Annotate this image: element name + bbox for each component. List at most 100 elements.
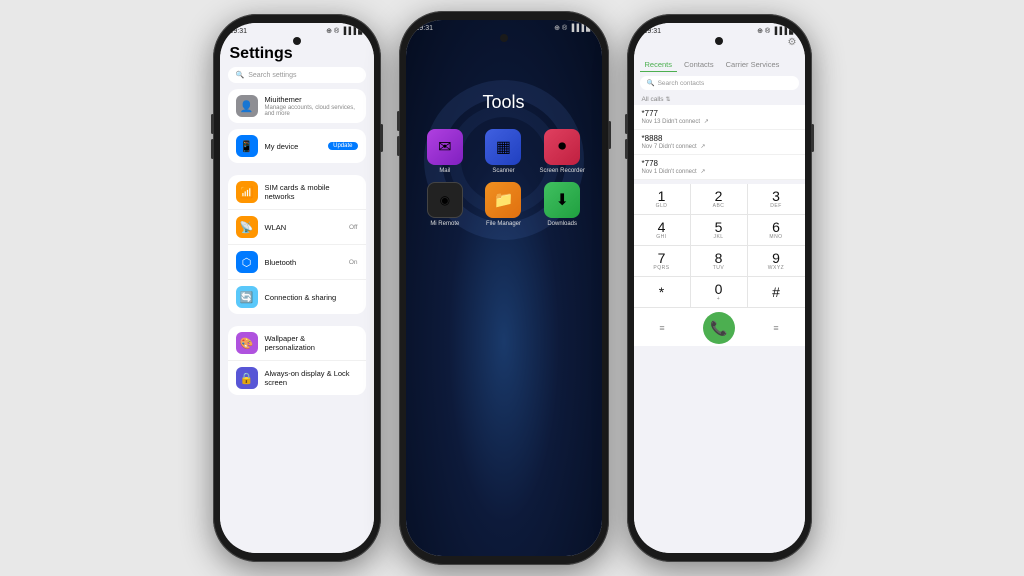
sim-text: SIM cards & mobile networks (265, 183, 358, 201)
mail-icon: ✉ (427, 129, 463, 165)
status-icons: ⊕®▐▐▐▊ (757, 27, 794, 35)
my-device-card: 📱 My device Update (228, 129, 366, 163)
dial-key-2[interactable]: 2 ABC (691, 184, 748, 215)
app-downloads[interactable]: ⬇ Downloads (537, 182, 588, 227)
connection-label: Connection & sharing (265, 293, 358, 302)
status-time: 19:31 (230, 28, 248, 35)
dial-key-0[interactable]: 0 + (691, 277, 748, 308)
my-device-label: My device (265, 142, 322, 151)
connection-text: Connection & sharing (265, 293, 358, 302)
sim-icon: 📶 (236, 181, 258, 203)
settings-item-my-device[interactable]: 📱 My device Update (228, 129, 366, 163)
settings-item-always-on[interactable]: 🔒 Always-on display & Lock screen (228, 361, 366, 395)
vol-down-button[interactable] (211, 139, 214, 159)
tab-carrier-services[interactable]: Carrier Services (721, 58, 785, 72)
dial-key-hash[interactable]: # (748, 277, 805, 308)
tools-screen: 19:31 ⊕®▐▐▐▊ Tools ✉ Mail ▦ Scanner ⏺ (406, 20, 602, 556)
call-item[interactable]: *8888 Nov 7 Didn't connect ↗ (634, 130, 805, 155)
settings-screen: 19:31 ⊕®▐▐▐▊ Settings 🔍 Search settings … (220, 23, 374, 553)
sort-icon[interactable]: ⇅ (666, 96, 671, 103)
app-scanner[interactable]: ▦ Scanner (478, 129, 529, 174)
voicemail-icon: ≡ (659, 323, 664, 333)
settings-item-connection-sharing[interactable]: 🔄 Connection & sharing (228, 280, 366, 314)
call-detail: Nov 7 Didn't connect ↗ (642, 143, 797, 150)
app-mail[interactable]: ✉ Mail (420, 129, 471, 174)
call-detail: Nov 1 Didn't connect ↗ (642, 168, 797, 175)
phone-tools: 19:31 ⊕®▐▐▐▊ Tools ✉ Mail ▦ Scanner ⏺ (399, 11, 609, 565)
miremote-label: Mi Remote (430, 221, 459, 227)
phone-settings: 19:31 ⊕®▐▐▐▊ Settings 🔍 Search settings … (213, 14, 381, 562)
files-icon: 📁 (485, 182, 521, 218)
dialer-screen: 19:31 ⊕®▐▐▐▊ ⚙ Recents Contacts Carrier … (634, 23, 805, 553)
calls-header: All calls ⇅ (634, 94, 805, 105)
dial-key-8[interactable]: 8 TUV (691, 246, 748, 277)
scanner-label: Scanner (492, 168, 514, 174)
call-button[interactable]: 📞 (691, 312, 748, 344)
wallpaper-icon: 🎨 (236, 332, 258, 354)
update-badge[interactable]: Update (328, 142, 357, 150)
dial-key-5[interactable]: 5 JKL (691, 215, 748, 246)
settings-icon[interactable]: ⚙ (788, 37, 797, 48)
search-icon: 🔍 (647, 79, 655, 87)
vol-up-button[interactable] (625, 114, 628, 134)
downloads-label: Downloads (547, 221, 577, 227)
power-button[interactable] (608, 121, 611, 149)
settings-item-wlan[interactable]: 📡 WLAN Off (228, 210, 366, 245)
tab-contacts[interactable]: Contacts (679, 58, 719, 72)
search-icon: 🔍 (236, 71, 245, 79)
tools-title: Tools (406, 34, 602, 113)
vol-up-button[interactable] (397, 111, 400, 131)
dial-key-3[interactable]: 3 DEF (748, 184, 805, 215)
vol-down-button[interactable] (625, 139, 628, 159)
sim-label: SIM cards & mobile networks (265, 183, 358, 201)
power-button[interactable] (811, 124, 814, 152)
downloads-icon: ⬇ (544, 182, 580, 218)
wlan-icon: 📡 (236, 216, 258, 238)
miuithemer-card: 👤 Miuithemer Manage accounts, cloud serv… (228, 89, 366, 123)
status-bar: 19:31 ⊕®▐▐▐▊ (220, 23, 374, 37)
display-cards: 🎨 Wallpaper & personalization 🔒 Always-o… (228, 326, 366, 395)
contact-search[interactable]: 🔍 Search contacts (640, 76, 799, 90)
app-mi-remote[interactable]: ◉ Mi Remote (420, 182, 471, 227)
call-number: *8888 (642, 134, 797, 143)
vol-up-button[interactable] (211, 114, 214, 134)
camera-punch-hole (293, 37, 301, 45)
bluetooth-label: Bluetooth (265, 258, 342, 267)
wallpaper-label: Wallpaper & personalization (265, 334, 358, 352)
status-time: 19:31 (416, 25, 434, 32)
search-bar[interactable]: 🔍 Search settings (228, 67, 366, 83)
app-screen-recorder[interactable]: ⏺ Screen Recorder (537, 129, 588, 174)
my-device-icon: 📱 (236, 135, 258, 157)
search-placeholder: Search settings (248, 72, 296, 79)
power-button[interactable] (380, 124, 383, 152)
apps-grid: ✉ Mail ▦ Scanner ⏺ Screen Recorder ◉ Mi … (406, 113, 602, 227)
voicemail-button[interactable]: ≡ (634, 312, 691, 344)
dial-key-7[interactable]: 7 PQRS (634, 246, 691, 277)
settings-item-miuithemer[interactable]: 👤 Miuithemer Manage accounts, cloud serv… (228, 89, 366, 123)
dial-key-9[interactable]: 9 WXYZ (748, 246, 805, 277)
call-icon[interactable]: 📞 (703, 312, 735, 344)
dial-pad: 1 GLD 2 ABC 3 DEF 4 GHI 5 JKL (634, 184, 805, 308)
call-number: *778 (642, 159, 797, 168)
app-file-manager[interactable]: 📁 File Manager (478, 182, 529, 227)
bluetooth-status: On (349, 259, 358, 266)
call-item[interactable]: *777 Nov 13 Didn't connect ↗ (634, 105, 805, 130)
settings-item-sim[interactable]: 📶 SIM cards & mobile networks (228, 175, 366, 210)
dial-key-6[interactable]: 6 MNO (748, 215, 805, 246)
dial-key-star[interactable]: * (634, 277, 691, 308)
bluetooth-text: Bluetooth (265, 258, 342, 267)
camera-punch-hole (500, 34, 508, 42)
settings-item-bluetooth[interactable]: ⬡ Bluetooth On (228, 245, 366, 280)
backspace-button[interactable]: ≡ (748, 312, 805, 344)
miremote-icon: ◉ (427, 182, 463, 218)
miuithemer-sub: Manage accounts, cloud services, and mor… (265, 105, 358, 117)
calls-list: *777 Nov 13 Didn't connect ↗ *8888 Nov 7… (634, 105, 805, 180)
dial-key-4[interactable]: 4 GHI (634, 215, 691, 246)
settings-item-wallpaper[interactable]: 🎨 Wallpaper & personalization (228, 326, 366, 361)
dial-bottom-bar: ≡ 📞 ≡ (634, 308, 805, 346)
tab-recents[interactable]: Recents (640, 58, 678, 72)
call-item[interactable]: *778 Nov 1 Didn't connect ↗ (634, 155, 805, 180)
status-bar: 19:31 ⊕®▐▐▐▊ (634, 23, 805, 37)
dial-key-1[interactable]: 1 GLD (634, 184, 691, 215)
vol-down-button[interactable] (397, 136, 400, 156)
